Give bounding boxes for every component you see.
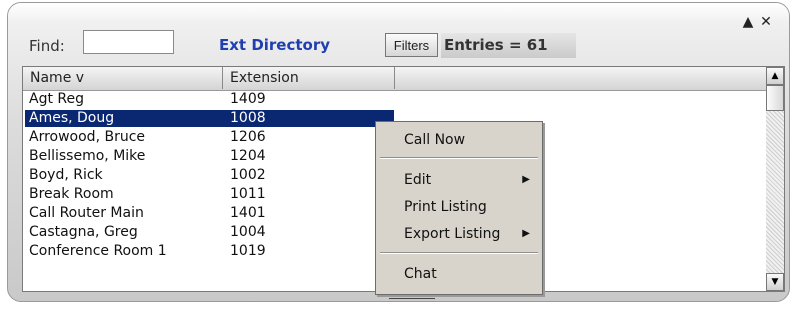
row-name: Arrowood, Bruce: [29, 129, 146, 145]
row-name: Agt Reg: [29, 91, 85, 107]
row-extension: 1002: [230, 167, 266, 183]
row-name: Break Room: [29, 186, 114, 202]
scroll-down-icon[interactable]: ▼: [766, 273, 784, 291]
table-row[interactable]: Agt Reg 1409: [23, 90, 767, 109]
filters-button[interactable]: Filters: [385, 33, 438, 57]
row-extension: 1204: [230, 148, 266, 164]
row-extension: 1401: [230, 205, 266, 221]
row-name: Bellissemo, Mike: [29, 148, 146, 164]
column-header-name[interactable]: Name v: [23, 67, 223, 89]
menu-item-chat[interactable]: Chat: [376, 262, 542, 286]
row-name: Ames, Doug: [29, 110, 115, 126]
menu-item-label: Print Listing: [404, 199, 487, 215]
window-controls: ▲ ✕: [741, 15, 773, 29]
scroll-thumb[interactable]: [766, 85, 784, 111]
resize-grip[interactable]: [389, 295, 435, 301]
row-extension: 1011: [230, 186, 266, 202]
row-name: Conference Room 1: [29, 243, 167, 259]
menu-item-export-listing[interactable]: Export Listing ▶: [376, 222, 542, 246]
submenu-arrow-icon: ▶: [522, 174, 530, 185]
column-header-extension[interactable]: Extension: [223, 67, 395, 89]
menu-item-label: Export Listing: [404, 226, 501, 242]
menu-item-label: Chat: [404, 266, 437, 282]
menu-item-call-now[interactable]: Call Now: [376, 128, 542, 152]
pin-icon[interactable]: ▲: [741, 15, 755, 29]
menu-item-print-listing[interactable]: Print Listing: [376, 195, 542, 219]
row-extension: 1019: [230, 243, 266, 259]
menu-item-edit[interactable]: Edit ▶: [376, 168, 542, 192]
window-highlight: [8, 3, 789, 21]
close-icon[interactable]: ✕: [759, 15, 773, 29]
menu-item-label: Call Now: [404, 132, 466, 148]
directory-title: Ext Directory: [219, 36, 331, 54]
row-extension: 1004: [230, 224, 266, 240]
column-header-empty[interactable]: [395, 67, 767, 89]
context-menu: Call Now Edit ▶ Print Listing Export Lis…: [375, 121, 543, 295]
entries-count: Entries = 61: [444, 36, 548, 54]
row-name: Castagna, Greg: [29, 224, 138, 240]
row-extension: 1409: [230, 91, 266, 107]
submenu-arrow-icon: ▶: [522, 228, 530, 239]
find-input[interactable]: [83, 30, 174, 54]
scroll-up-icon[interactable]: ▲: [766, 67, 784, 85]
menu-separator: [380, 157, 538, 159]
row-name: Call Router Main: [29, 205, 144, 221]
vertical-scrollbar[interactable]: ▲ ▼: [766, 67, 784, 291]
menu-item-label: Edit: [404, 172, 432, 188]
menu-separator: [380, 252, 538, 254]
find-label: Find:: [29, 37, 65, 55]
row-extension: 1008: [230, 110, 266, 126]
list-header: Name v Extension: [23, 67, 784, 91]
row-extension: 1206: [230, 129, 266, 145]
row-name: Boyd, Rick: [29, 167, 103, 183]
